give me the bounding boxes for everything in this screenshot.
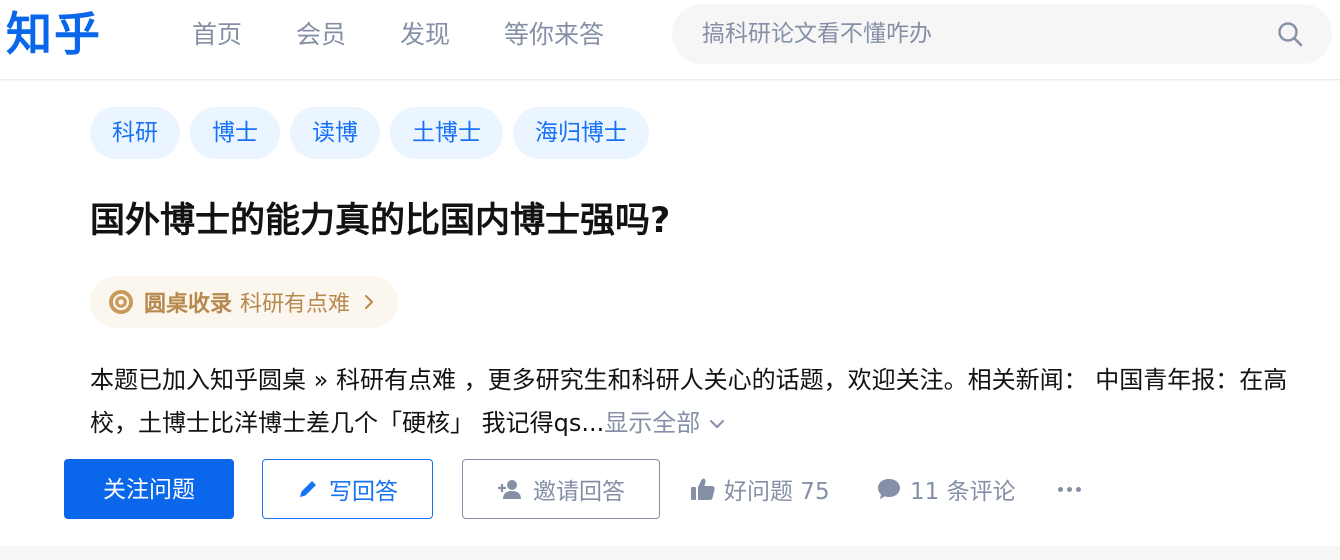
good-question-button[interactable]: 好问题 75 (690, 459, 830, 519)
roundtable-label: 圆桌收录 (144, 292, 233, 317)
roundtable-icon (109, 290, 133, 314)
main-nav: 首页 会员 发现 等你来答 (192, 0, 658, 70)
search-icon[interactable] (1276, 20, 1304, 48)
thumbs-up-icon (691, 478, 715, 500)
comment-icon (878, 479, 900, 499)
topic-tag[interactable]: 土博士 (390, 107, 503, 159)
roundtable-name: 科研有点难 (240, 292, 351, 317)
nav-item-waiting-answers[interactable]: 等你来答 (504, 0, 604, 70)
nav-item-discover[interactable]: 发现 (400, 0, 450, 70)
pencil-icon (300, 481, 316, 497)
question-card: 科研 博士 读博 土博士 海归博士 国外博士的能力真的比国内博士强吗? 圆桌收录… (0, 81, 1340, 546)
invite-answer-label: 邀请回答 (533, 479, 625, 505)
search-input[interactable] (702, 4, 1262, 64)
nav-item-home[interactable]: 首页 (192, 0, 242, 70)
topic-tag[interactable]: 博士 (190, 107, 280, 159)
roundtable-badge[interactable]: 圆桌收录 科研有点难 (90, 276, 399, 328)
follow-question-button[interactable]: 关注问题 (64, 459, 234, 519)
add-person-icon (498, 480, 521, 499)
question-title: 国外博士的能力真的比国内博士强吗? (90, 201, 671, 241)
search-box (672, 4, 1332, 64)
topic-tag[interactable]: 海归博士 (513, 107, 649, 159)
comments-button[interactable]: 11 条评论 (876, 459, 1016, 519)
chevron-down-icon (710, 420, 725, 428)
question-detail: 本题已加入知乎圆桌 » 科研有点难 ，更多研究生和科研人关心的话题，欢迎关注。相… (90, 359, 1290, 445)
nav-item-vip[interactable]: 会员 (296, 0, 346, 70)
invite-answer-button[interactable]: 邀请回答 (462, 459, 660, 519)
topic-tag[interactable]: 读博 (290, 107, 380, 159)
more-icon[interactable] (1058, 459, 1085, 519)
zhihu-logo[interactable]: 知乎 (6, 2, 102, 66)
topic-tags: 科研 博士 读博 土博士 海归博士 (90, 107, 659, 159)
question-actions: 关注问题 写回答 邀请回答 好问题 75 11 条评论 (0, 459, 1340, 519)
topic-tag[interactable]: 科研 (90, 107, 180, 159)
top-header: 知乎 首页 会员 发现 等你来答 (0, 0, 1340, 80)
comments-label: 11 条评论 (910, 479, 1016, 505)
write-answer-label: 写回答 (329, 479, 398, 505)
chevron-right-icon (365, 295, 374, 309)
write-answer-button[interactable]: 写回答 (262, 459, 433, 519)
good-question-label: 好问题 75 (724, 479, 830, 505)
show-all-label: 显示全部 (604, 409, 701, 437)
show-all-button[interactable]: 显示全部 (604, 409, 726, 437)
